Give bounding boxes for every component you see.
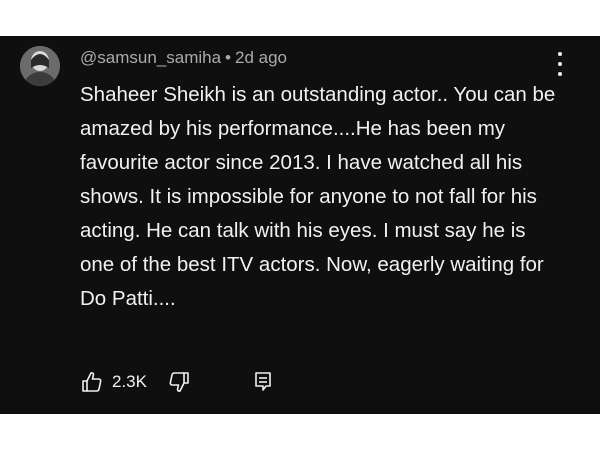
comment-meta: @samsun_samiha • 2d ago: [80, 46, 287, 70]
avatar[interactable]: [20, 46, 60, 86]
comment-body: Shaheer Sheikh is an outstanding actor..…: [80, 83, 556, 310]
dislike-button[interactable]: [167, 370, 191, 394]
comment-timestamp[interactable]: 2d ago: [235, 48, 287, 67]
comment-actions: 2.3K: [80, 368, 275, 396]
reply-button[interactable]: [251, 370, 275, 394]
like-button[interactable]: 2.3K: [80, 370, 147, 394]
author-handle[interactable]: @samsun_samiha: [80, 48, 221, 67]
more-options-button[interactable]: [548, 50, 572, 78]
more-vertical-icon: [558, 52, 562, 56]
thumbs-up-icon: [82, 372, 102, 392]
thumbs-down-icon: [169, 372, 189, 392]
meta-separator: •: [225, 48, 231, 67]
like-count: 2.3K: [112, 372, 147, 391]
comment-card: @samsun_samiha • 2d ago Shaheer Sheikh is …: [0, 36, 600, 414]
avatar-image: [20, 46, 60, 86]
reply-comment-icon: [255, 372, 271, 391]
